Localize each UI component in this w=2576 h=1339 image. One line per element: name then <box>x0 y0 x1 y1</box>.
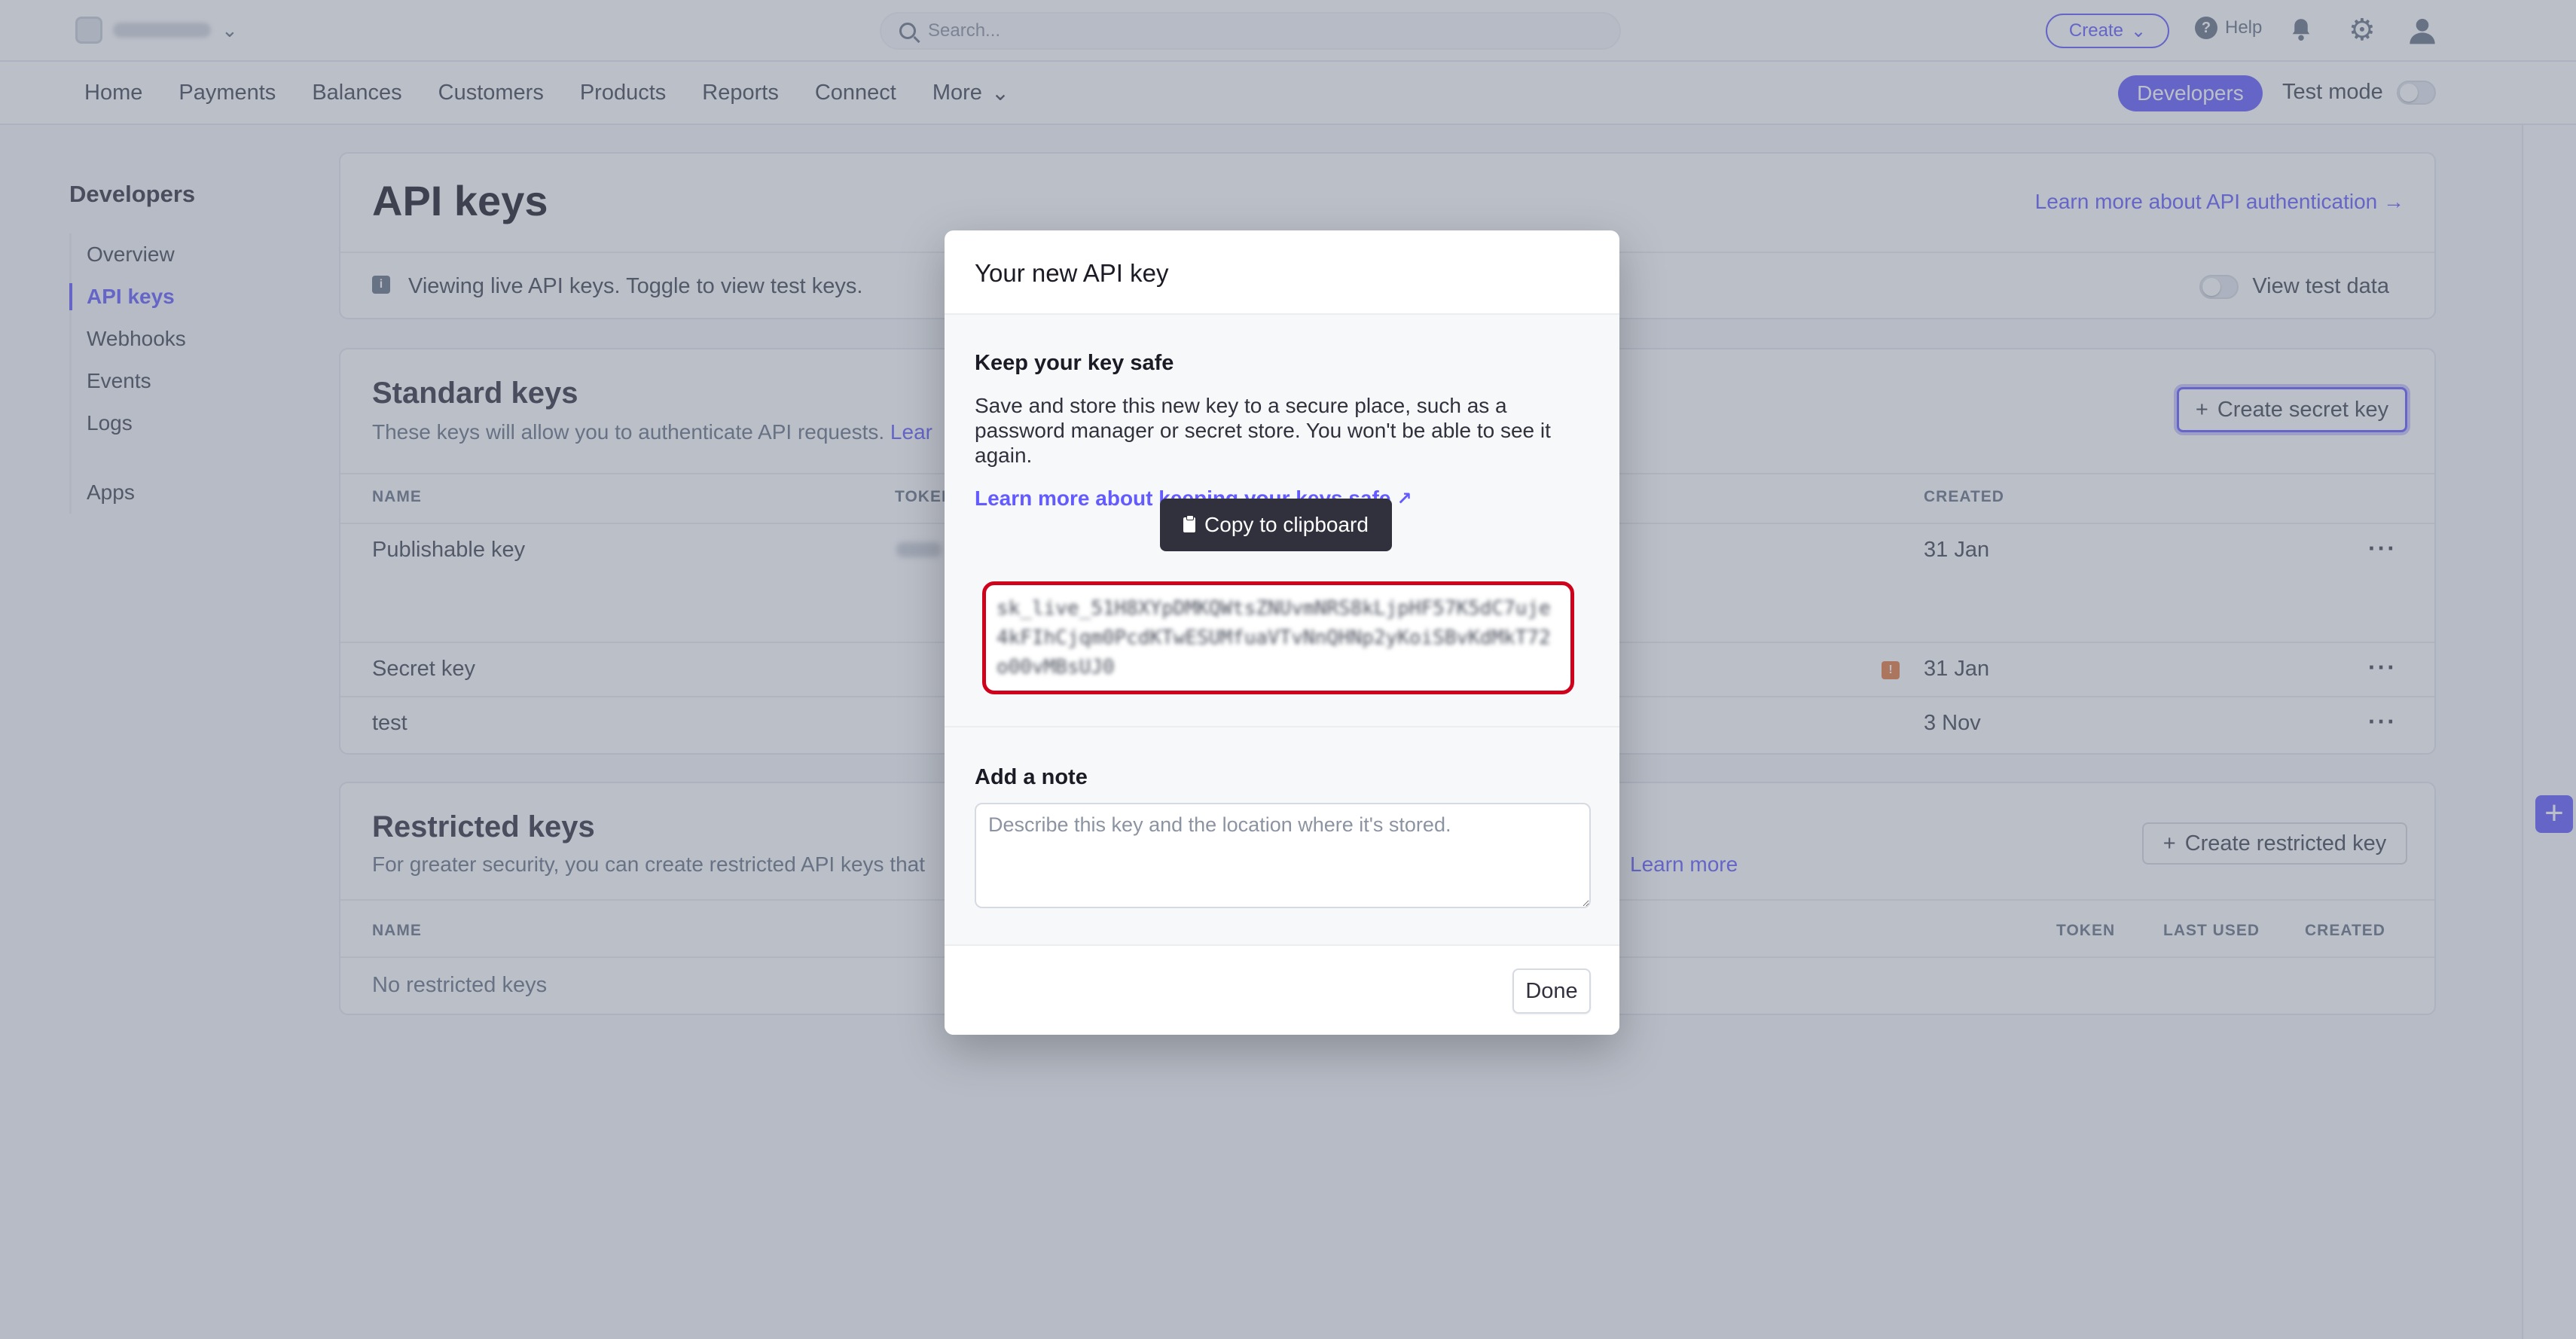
api-key-value: sk_live_51H8XYpDMKQWtsZNUvmNRS8kLjpHF57K… <box>997 597 1551 679</box>
copy-to-clipboard-tooltip: Copy to clipboard <box>1160 499 1392 551</box>
keep-key-safe-title: Keep your key safe <box>975 351 1174 375</box>
done-button[interactable]: Done <box>1512 968 1591 1014</box>
modal-body: Keep your key safe Save and store this n… <box>945 315 1619 944</box>
modal-header: Your new API key <box>945 230 1619 315</box>
api-key-value-box[interactable]: sk_live_51H8XYpDMKQWtsZNUvmNRS8kLjpHF57K… <box>982 581 1574 694</box>
new-api-key-modal: Your new API key Keep your key safe Save… <box>945 230 1619 1035</box>
external-link-icon: ↗ <box>1396 488 1412 509</box>
tooltip-label: Copy to clipboard <box>1204 513 1369 536</box>
modal-footer: Done <box>945 944 1619 1035</box>
clipboard-icon <box>1183 515 1196 532</box>
keep-key-safe-description: Save and store this new key to a secure … <box>975 394 1551 467</box>
dashboard: ⌄ Search... Create ⌄ ? Help ⚙ Home Payme… <box>0 0 2576 1339</box>
add-note-title: Add a note <box>975 765 1088 789</box>
note-textarea[interactable] <box>975 803 1591 908</box>
modal-title: Your new API key <box>975 259 1169 287</box>
